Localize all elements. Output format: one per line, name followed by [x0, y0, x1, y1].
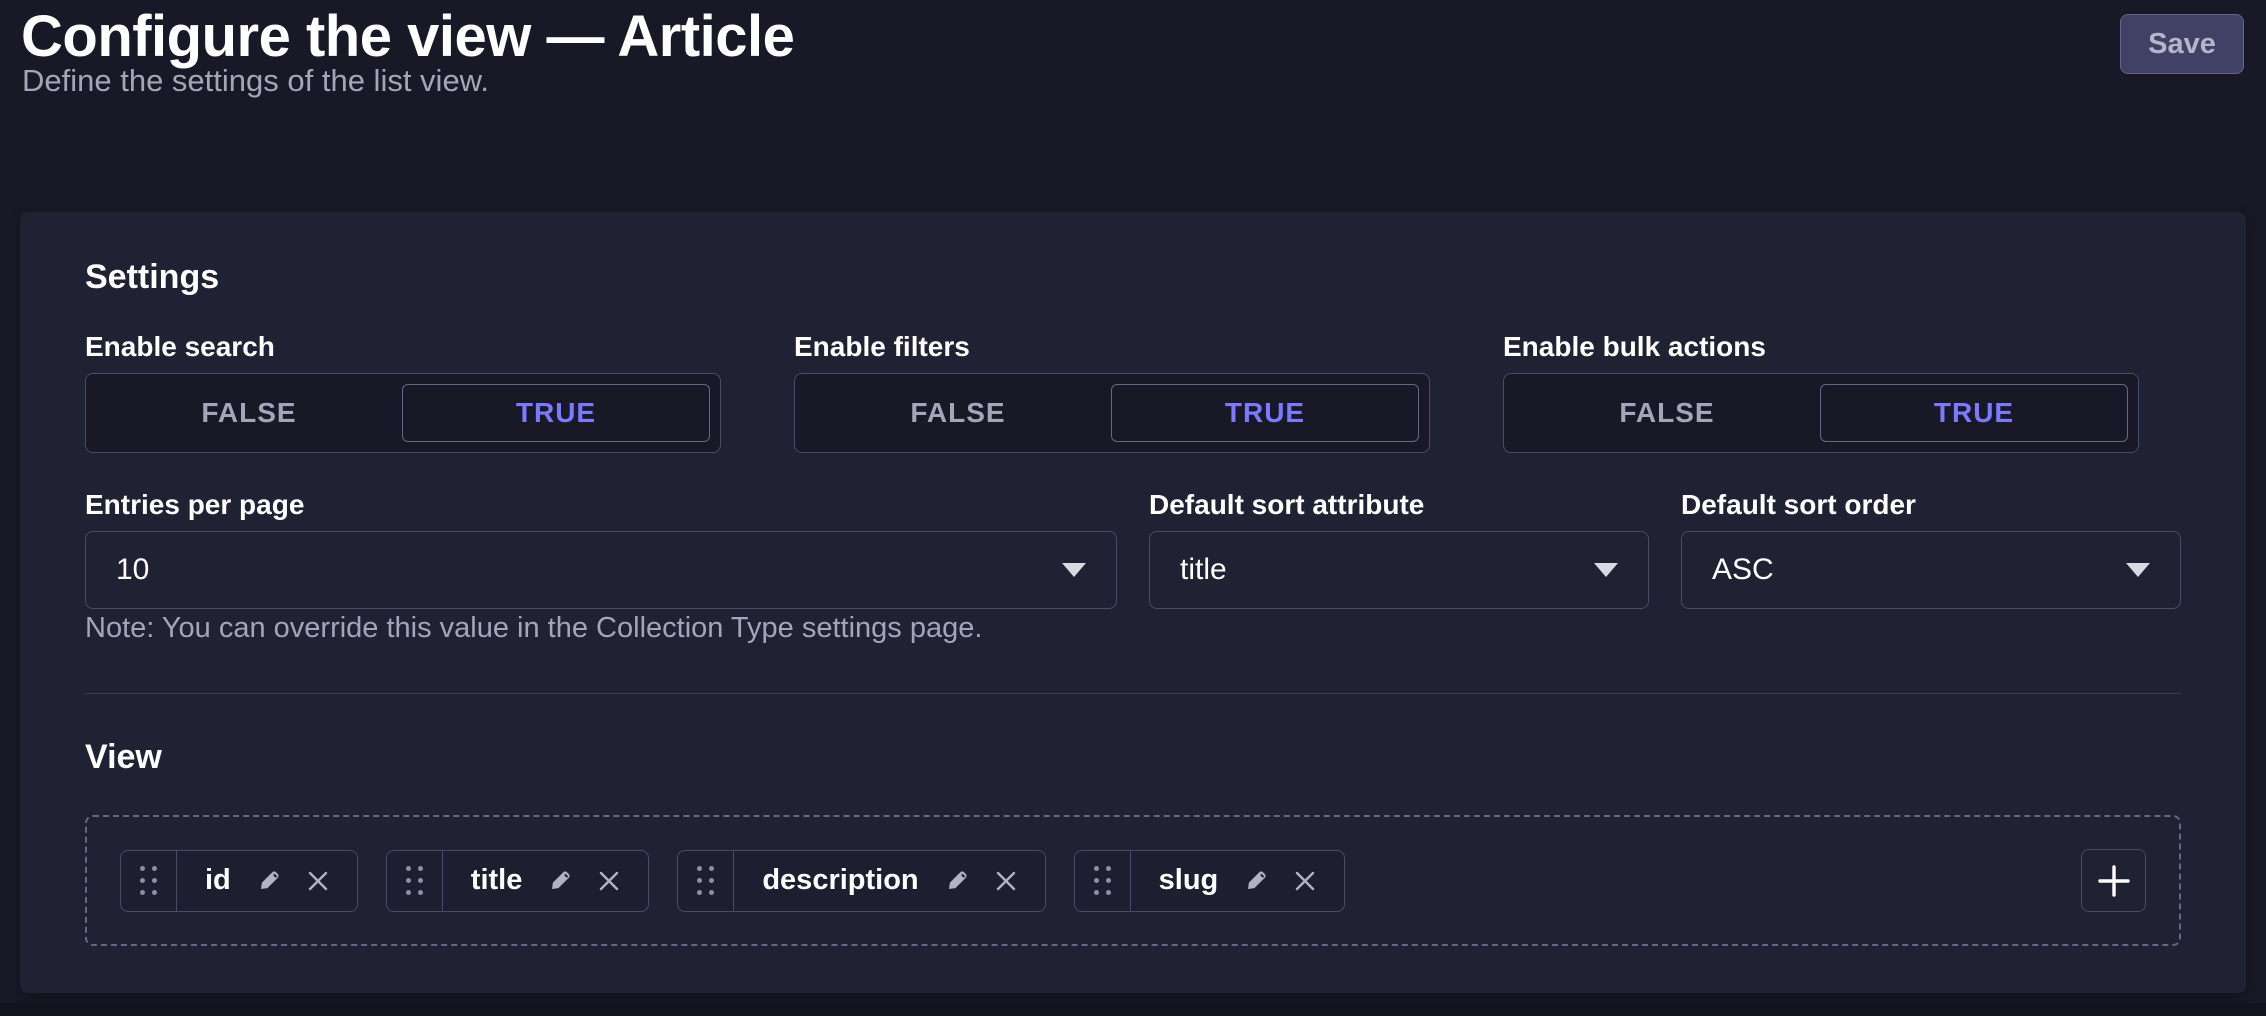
- field-chip: id: [120, 850, 358, 912]
- view-heading: View: [85, 738, 162, 777]
- remove-field-button[interactable]: [1294, 870, 1316, 892]
- field-name: title: [471, 864, 523, 897]
- toggle-option-true[interactable]: TRUE: [402, 384, 710, 442]
- view-fields-dropzone: id title: [85, 815, 2181, 946]
- toggle-option-false[interactable]: FALSE: [1514, 384, 1820, 442]
- enable-filters-field: Enable filters FALSE TRUE: [794, 332, 1430, 453]
- edit-field-button[interactable]: [1244, 869, 1268, 893]
- default-sort-attribute-label: Default sort attribute: [1149, 490, 1649, 520]
- drag-handle[interactable]: [678, 851, 734, 911]
- toggle-option-false[interactable]: FALSE: [805, 384, 1111, 442]
- drag-handle[interactable]: [121, 851, 177, 911]
- drag-handle[interactable]: [1075, 851, 1131, 911]
- entries-per-page-value: 10: [116, 553, 149, 587]
- drag-handle[interactable]: [387, 851, 443, 911]
- field-name: description: [762, 864, 918, 897]
- entries-per-page-field: Entries per page 10: [85, 490, 1117, 609]
- save-button[interactable]: Save: [2120, 14, 2244, 74]
- drag-handle-icon: [1094, 866, 1111, 895]
- add-field-button[interactable]: [2081, 849, 2146, 912]
- close-icon: [995, 870, 1017, 892]
- drag-handle-icon: [406, 866, 423, 895]
- default-sort-attribute-value: title: [1180, 553, 1227, 587]
- edit-field-button[interactable]: [548, 869, 572, 893]
- default-sort-order-value: ASC: [1712, 553, 1774, 587]
- settings-heading: Settings: [85, 258, 219, 297]
- remove-field-button[interactable]: [995, 870, 1017, 892]
- default-sort-order-label: Default sort order: [1681, 490, 2181, 520]
- field-name: slug: [1159, 864, 1219, 897]
- default-sort-attribute-select[interactable]: title: [1149, 531, 1649, 609]
- pencil-icon: [548, 869, 572, 893]
- close-icon: [1294, 870, 1316, 892]
- plus-icon: [2096, 863, 2132, 899]
- field-chip: description: [677, 850, 1045, 912]
- page-title: Configure the view — Article: [21, 6, 794, 68]
- entries-per-page-select[interactable]: 10: [85, 531, 1117, 609]
- enable-filters-label: Enable filters: [794, 332, 1430, 362]
- pencil-icon: [1244, 869, 1268, 893]
- edit-field-button[interactable]: [257, 869, 281, 893]
- enable-filters-toggle: FALSE TRUE: [794, 373, 1430, 453]
- close-icon: [598, 870, 620, 892]
- enable-bulk-actions-field: Enable bulk actions FALSE TRUE: [1503, 332, 2139, 453]
- configure-view-page: Configure the view — Article Define the …: [0, 0, 2266, 1016]
- enable-search-label: Enable search: [85, 332, 721, 362]
- default-sort-order-select[interactable]: ASC: [1681, 531, 2181, 609]
- close-icon: [307, 870, 329, 892]
- settings-card: Settings Enable search FALSE TRUE Enable…: [20, 212, 2246, 993]
- entries-per-page-label: Entries per page: [85, 490, 1117, 520]
- chevron-down-icon: [1062, 563, 1086, 577]
- default-sort-attribute-field: Default sort attribute title: [1149, 490, 1649, 609]
- enable-bulk-actions-label: Enable bulk actions: [1503, 332, 2139, 362]
- pencil-icon: [257, 869, 281, 893]
- remove-field-button[interactable]: [598, 870, 620, 892]
- window-bottom-edge: [0, 1003, 2266, 1016]
- field-chip: slug: [1074, 850, 1346, 912]
- drag-handle-icon: [140, 866, 157, 895]
- chevron-down-icon: [2126, 563, 2150, 577]
- default-sort-order-field: Default sort order ASC: [1681, 490, 2181, 609]
- entries-per-page-note: Note: You can override this value in the…: [85, 612, 982, 645]
- field-chip: title: [386, 850, 650, 912]
- enable-search-toggle: FALSE TRUE: [85, 373, 721, 453]
- toggle-option-true[interactable]: TRUE: [1820, 384, 2128, 442]
- field-name: id: [205, 864, 231, 897]
- remove-field-button[interactable]: [307, 870, 329, 892]
- edit-field-button[interactable]: [945, 869, 969, 893]
- toggle-option-true[interactable]: TRUE: [1111, 384, 1419, 442]
- page-subtitle: Define the settings of the list view.: [22, 62, 489, 100]
- pencil-icon: [945, 869, 969, 893]
- drag-handle-icon: [697, 866, 714, 895]
- toggle-option-false[interactable]: FALSE: [96, 384, 402, 442]
- chevron-down-icon: [1594, 563, 1618, 577]
- section-divider: [85, 693, 2181, 694]
- enable-bulk-actions-toggle: FALSE TRUE: [1503, 373, 2139, 453]
- enable-search-field: Enable search FALSE TRUE: [85, 332, 721, 453]
